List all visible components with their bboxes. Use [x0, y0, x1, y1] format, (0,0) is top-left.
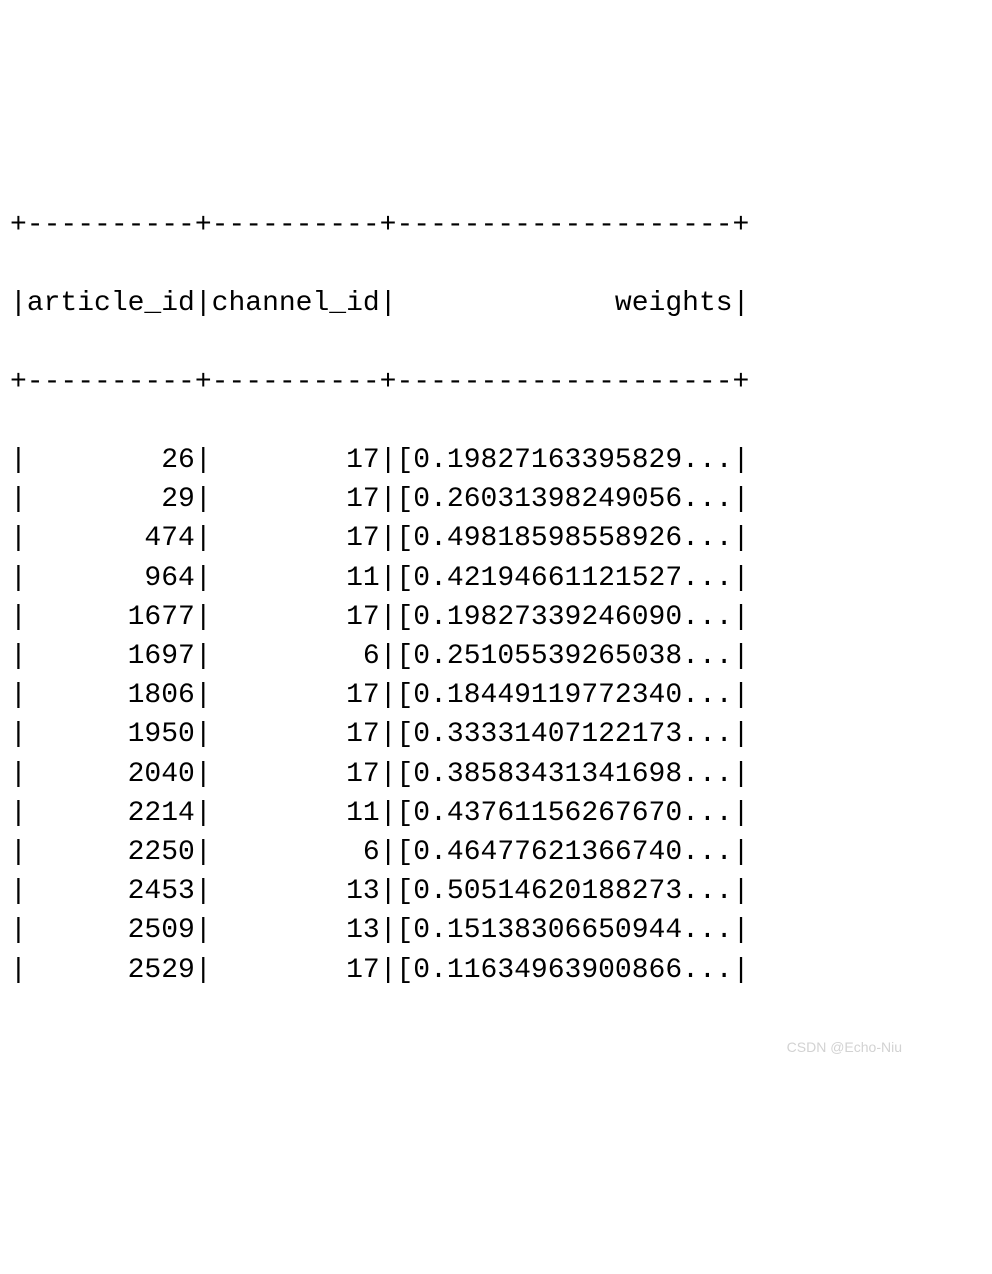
cell-weights: [0.15138306650944... — [397, 915, 733, 946]
cell-channel-id: 6 — [212, 641, 380, 672]
cell-article-id: 2250 — [27, 837, 195, 868]
cell-article-id: 29 — [27, 484, 195, 515]
watermark: CSDN @Echo-Niu — [787, 1038, 902, 1058]
cell-weights: [0.46477621366740... — [397, 837, 733, 868]
header-row: |article_id|channel_id| weights| — [10, 284, 982, 323]
cell-article-id: 1806 — [27, 680, 195, 711]
cell-article-id: 964 — [27, 563, 195, 594]
ascii-table: +----------+----------+-----------------… — [10, 167, 982, 1068]
cell-article-id: 2529 — [27, 955, 195, 986]
table-row: | 2453| 13|[0.50514620188273...| — [10, 872, 982, 911]
col-header-channel-id: channel_id — [212, 288, 380, 319]
cell-weights: [0.26031398249056... — [397, 484, 733, 515]
cell-channel-id: 6 — [212, 837, 380, 868]
table-row: | 964| 11|[0.42194661121527...| — [10, 559, 982, 598]
table-row: | 2529| 17|[0.11634963900866...| — [10, 951, 982, 990]
cell-article-id: 26 — [27, 445, 195, 476]
table-row: | 1677| 17|[0.19827339246090...| — [10, 598, 982, 637]
col-header-weights: weights — [397, 288, 733, 319]
cell-weights: [0.43761156267670... — [397, 798, 733, 829]
cell-article-id: 1677 — [27, 602, 195, 633]
cell-channel-id: 17 — [212, 523, 380, 554]
table-row: | 2040| 17|[0.38583431341698...| — [10, 755, 982, 794]
border-mid: +----------+----------+-----------------… — [10, 363, 982, 402]
cell-weights: [0.38583431341698... — [397, 759, 733, 790]
cell-channel-id: 13 — [212, 915, 380, 946]
table-row: | 1697| 6|[0.25105539265038...| — [10, 637, 982, 676]
table-row: | 26| 17|[0.19827163395829...| — [10, 441, 982, 480]
cell-article-id: 1697 — [27, 641, 195, 672]
table-row: | 2214| 11|[0.43761156267670...| — [10, 794, 982, 833]
table-row: | 2250| 6|[0.46477621366740...| — [10, 833, 982, 872]
table-row: | 29| 17|[0.26031398249056...| — [10, 480, 982, 519]
cell-channel-id: 17 — [212, 719, 380, 750]
cell-weights: [0.42194661121527... — [397, 563, 733, 594]
cell-channel-id: 17 — [212, 602, 380, 633]
cell-article-id: 2214 — [27, 798, 195, 829]
cell-channel-id: 17 — [212, 680, 380, 711]
cell-channel-id: 17 — [212, 445, 380, 476]
cell-weights: [0.49818598558926... — [397, 523, 733, 554]
cell-article-id: 1950 — [27, 719, 195, 750]
cell-weights: [0.18449119772340... — [397, 680, 733, 711]
cell-article-id: 2040 — [27, 759, 195, 790]
cell-article-id: 474 — [27, 523, 195, 554]
cell-channel-id: 13 — [212, 876, 380, 907]
cell-channel-id: 17 — [212, 484, 380, 515]
table-row: | 1950| 17|[0.33331407122173...| — [10, 715, 982, 754]
cell-article-id: 2453 — [27, 876, 195, 907]
cell-channel-id: 11 — [212, 798, 380, 829]
cell-weights: [0.19827163395829... — [397, 445, 733, 476]
cell-weights: [0.11634963900866... — [397, 955, 733, 986]
cell-channel-id: 17 — [212, 759, 380, 790]
cell-weights: [0.19827339246090... — [397, 602, 733, 633]
cell-weights: [0.25105539265038... — [397, 641, 733, 672]
table-row: | 2509| 13|[0.15138306650944...| — [10, 911, 982, 950]
cell-weights: [0.50514620188273... — [397, 876, 733, 907]
cell-channel-id: 11 — [212, 563, 380, 594]
cell-channel-id: 17 — [212, 955, 380, 986]
col-header-article-id: article_id — [27, 288, 195, 319]
table-row: | 1806| 17|[0.18449119772340...| — [10, 676, 982, 715]
border-top: +----------+----------+-----------------… — [10, 206, 982, 245]
cell-article-id: 2509 — [27, 915, 195, 946]
table-row: | 474| 17|[0.49818598558926...| — [10, 519, 982, 558]
cell-weights: [0.33331407122173... — [397, 719, 733, 750]
